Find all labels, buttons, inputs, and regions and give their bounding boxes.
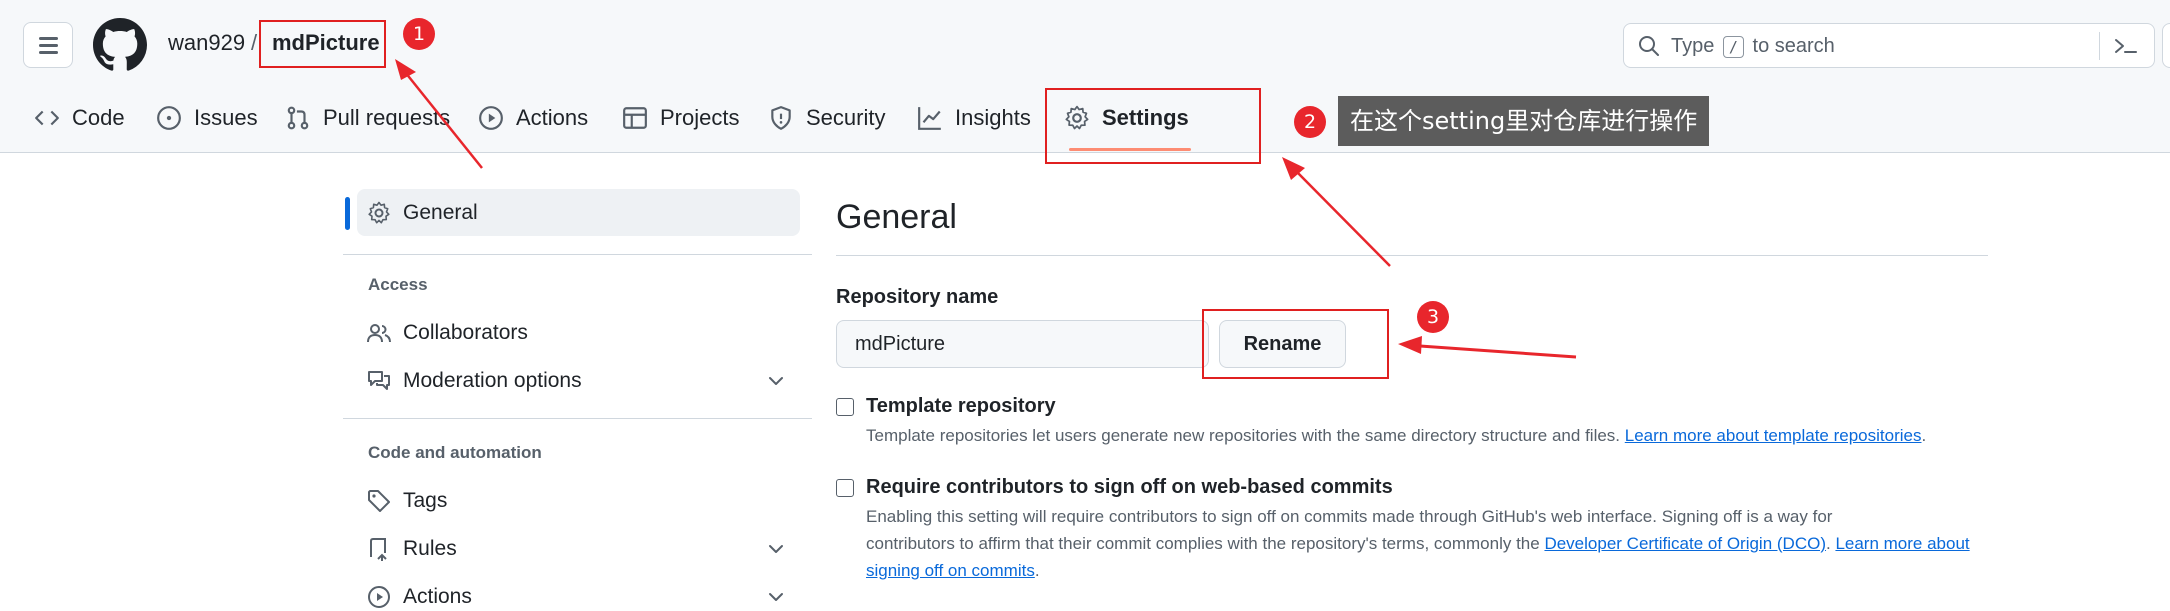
path-separator: / bbox=[251, 30, 258, 55]
annotation-box-repo-name bbox=[259, 20, 386, 68]
play-icon bbox=[368, 586, 390, 608]
code-icon bbox=[35, 110, 59, 126]
annotation-arrow-2 bbox=[1282, 157, 1391, 267]
sidebar-item-actions[interactable]: Actions bbox=[367, 577, 472, 611]
copilot-button[interactable] bbox=[2162, 23, 2170, 68]
shield-icon bbox=[771, 106, 791, 130]
search-icon bbox=[1639, 36, 1659, 56]
annotation-callout: 在这个setting里对仓库进行操作 bbox=[1338, 96, 1710, 146]
repo-push-icon bbox=[370, 538, 387, 561]
tab-label: Insights bbox=[955, 105, 1031, 130]
menu-icon bbox=[39, 37, 58, 40]
tab-issues[interactable]: Issues bbox=[156, 92, 258, 144]
play-icon bbox=[479, 106, 503, 130]
gear-icon bbox=[368, 201, 390, 224]
issue-icon bbox=[157, 106, 181, 130]
table-icon bbox=[623, 107, 647, 129]
annotation-arrow-3 bbox=[1398, 336, 1577, 359]
repo-owner-link[interactable]: wan929 bbox=[168, 30, 245, 56]
sidebar-item-label: Collaborators bbox=[403, 321, 528, 344]
template-repository-title: Template repository bbox=[866, 395, 1056, 417]
sidebar-item-collaborators[interactable]: Collaborators bbox=[367, 313, 528, 353]
sidebar-item-general[interactable]: General bbox=[367, 193, 478, 233]
sidebar-heading-access: Access bbox=[368, 275, 428, 294]
sidebar-item-label: Tags bbox=[403, 489, 448, 512]
menu-button[interactable] bbox=[23, 22, 73, 68]
tab-insights[interactable]: Insights bbox=[917, 92, 1031, 144]
pull-request-icon bbox=[287, 106, 309, 130]
template-repository-description: Template repositories let users generate… bbox=[866, 426, 1927, 445]
signoff-checkbox[interactable] bbox=[836, 479, 854, 497]
annotation-badge-2: 2 bbox=[1294, 106, 1326, 138]
dco-link[interactable]: Developer Certificate of Origin (DCO) bbox=[1544, 534, 1826, 553]
repository-name-label: Repository name bbox=[836, 286, 999, 308]
chevron-down-icon[interactable] bbox=[766, 539, 786, 559]
slash-key-hint: / bbox=[1722, 36, 1744, 58]
tab-label: Code bbox=[72, 105, 125, 130]
comment-discussion-icon bbox=[368, 371, 390, 390]
tab-label: Issues bbox=[194, 105, 258, 130]
chevron-down-icon[interactable] bbox=[766, 587, 786, 607]
sidebar-divider bbox=[343, 418, 812, 419]
annotation-box-settings-tab bbox=[1045, 88, 1261, 164]
sidebar-item-label: Rules bbox=[403, 537, 457, 560]
signoff-description: Enabling this setting will require contr… bbox=[866, 507, 1970, 580]
annotation-badge-3: 3 bbox=[1417, 301, 1449, 333]
graph-icon bbox=[918, 107, 941, 130]
tab-label: Projects bbox=[660, 105, 740, 130]
template-repository-checkbox[interactable] bbox=[836, 398, 854, 416]
sidebar-item-rules[interactable]: Rules bbox=[367, 529, 457, 569]
tab-label: Pull requests bbox=[323, 105, 451, 130]
tab-label: Actions bbox=[516, 105, 589, 130]
search-input[interactable]: Type / to search bbox=[1623, 23, 2155, 68]
signoff-title: Require contributors to sign off on web-… bbox=[866, 476, 1393, 498]
sidebar-active-indicator bbox=[345, 197, 350, 230]
sidebar-divider bbox=[343, 254, 812, 255]
chevron-down-icon[interactable] bbox=[766, 371, 786, 391]
github-logo-icon[interactable] bbox=[93, 18, 147, 72]
sidebar-item-tags[interactable]: Tags bbox=[367, 481, 447, 521]
page-title: General bbox=[836, 198, 957, 236]
tab-label: Security bbox=[806, 105, 886, 130]
tab-actions[interactable]: Actions bbox=[478, 92, 588, 144]
learn-template-link[interactable]: Learn more about template repositories bbox=[1625, 426, 1922, 445]
people-icon bbox=[367, 324, 391, 343]
sidebar-item-label: Moderation options bbox=[403, 369, 582, 392]
tag-icon bbox=[368, 490, 390, 512]
sidebar-heading-code-automation: Code and automation bbox=[368, 443, 542, 462]
repository-name-input[interactable] bbox=[836, 320, 1209, 368]
annotation-badge-1: 1 bbox=[403, 18, 435, 50]
sidebar-item-moderation[interactable]: Moderation options bbox=[367, 361, 582, 401]
title-divider bbox=[836, 255, 1988, 256]
sidebar-item-label: Actions bbox=[403, 585, 472, 608]
tab-pull-requests[interactable]: Pull requests bbox=[285, 92, 450, 144]
sidebar-item-label: General bbox=[403, 201, 478, 224]
command-palette-icon[interactable] bbox=[2112, 34, 2140, 58]
annotation-box-rename bbox=[1202, 309, 1389, 379]
tab-projects[interactable]: Projects bbox=[622, 92, 739, 144]
search-placeholder: Type / to search bbox=[1671, 35, 1835, 58]
tab-security[interactable]: Security bbox=[768, 92, 885, 144]
tab-code[interactable]: Code bbox=[34, 92, 125, 144]
